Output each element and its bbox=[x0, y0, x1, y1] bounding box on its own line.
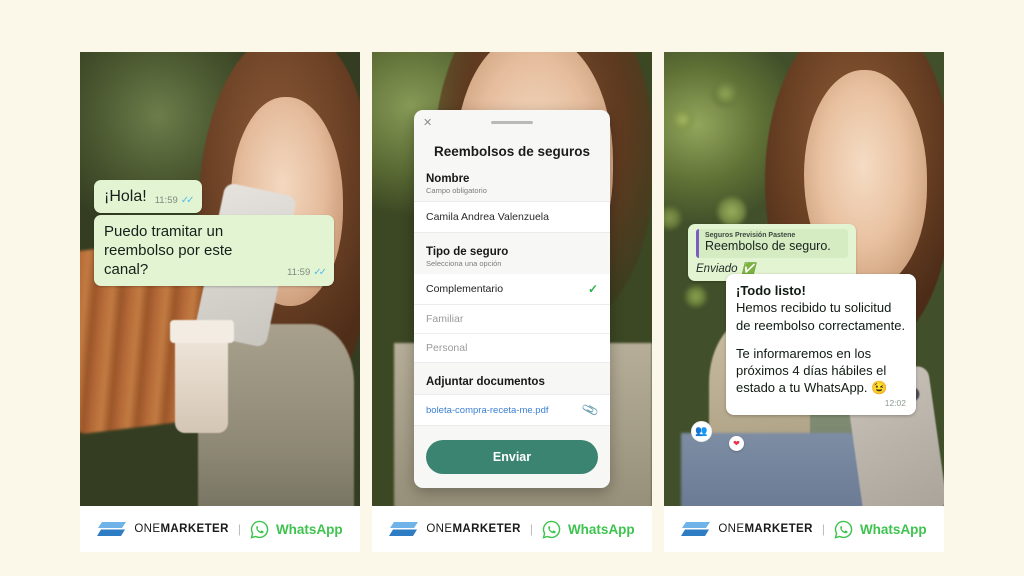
check-icon: ✓ bbox=[587, 282, 598, 296]
submit-button[interactable]: Enviar bbox=[426, 440, 598, 474]
brand-footer: ONEMARKETER | WhatsApp bbox=[80, 506, 360, 552]
paperclip-icon[interactable]: 📎 bbox=[581, 401, 600, 419]
photo-jeans bbox=[680, 433, 866, 506]
reply-line-1: Hemos recibido tu solicitud bbox=[736, 300, 892, 316]
option-familiar[interactable]: Familiar bbox=[414, 305, 610, 334]
sheet-header: ✕ bbox=[414, 110, 610, 144]
onemarketer-parallelogram-icon bbox=[681, 522, 711, 536]
whatsapp-icon bbox=[834, 520, 853, 539]
photo-cup-lid bbox=[169, 319, 234, 343]
reply-line-3: Te informaremos en los bbox=[736, 345, 872, 361]
chat-bubble-question[interactable]: Puedo tramitar un reembolso por este can… bbox=[94, 215, 334, 286]
chat-timestamp: 11:59 bbox=[154, 194, 178, 206]
submit-area: Enviar bbox=[414, 426, 610, 476]
chat-bubble-meta: 11:59 ✓✓ bbox=[154, 194, 195, 208]
panel-2-photo: ✕ Reembolsos de seguros Nombre Campo obl… bbox=[372, 52, 652, 506]
onemarketer-wordmark: ONEMARKETER bbox=[718, 523, 813, 535]
screenshot-canvas: ¡Hola! 11:59 ✓✓ Puedo tramitar un reembo… bbox=[0, 0, 1024, 576]
brand-footer: ONEMARKETER | WhatsApp bbox=[372, 506, 652, 552]
reply-line-5: estado a tu WhatsApp. 😉 bbox=[736, 380, 888, 396]
whatsapp-label: WhatsApp bbox=[275, 521, 343, 537]
whatsapp-icon bbox=[542, 520, 561, 539]
whatsapp-label: WhatsApp bbox=[567, 521, 635, 537]
chat-bubble-line-1: Puedo tramitar un bbox=[104, 223, 224, 240]
photo-coffee-cup bbox=[175, 333, 229, 434]
quoted-message: Seguros Previsión Pastene Reembolso de s… bbox=[696, 229, 848, 258]
onemarketer-one: ONE bbox=[134, 523, 161, 535]
chat-bubble-text: ¡Hola! bbox=[104, 188, 147, 205]
chat-bubble-greeting[interactable]: ¡Hola! 11:59 ✓✓ bbox=[94, 180, 202, 214]
panel-3-photo: Seguros Previsión Pastene Reembolso de s… bbox=[664, 52, 944, 506]
attachment-row[interactable]: boleta-compra-receta-me.pdf 📎 bbox=[414, 394, 610, 426]
option-label: Complementario bbox=[426, 283, 504, 295]
reply-lead: ¡Todo listo! bbox=[736, 283, 806, 298]
double-check-icon: ✓✓ bbox=[180, 194, 195, 206]
attachment-file-name: boleta-compra-receta-me.pdf bbox=[426, 404, 549, 416]
brand-divider: | bbox=[821, 522, 825, 536]
whatsapp-label: WhatsApp bbox=[859, 521, 927, 537]
quoted-text: Reembolso de seguro. bbox=[705, 239, 831, 253]
panel-chat-start: ¡Hola! 11:59 ✓✓ Puedo tramitar un reembo… bbox=[80, 52, 360, 552]
reply-line-2: de reembolso correctamente. bbox=[736, 317, 906, 333]
onemarketer-marketer: MARKETER bbox=[744, 523, 813, 535]
option-complementario[interactable]: Complementario ✓ bbox=[414, 274, 610, 305]
form-sheet: ✕ Reembolsos de seguros Nombre Campo obl… bbox=[414, 110, 610, 488]
panel-refund-form: ✕ Reembolsos de seguros Nombre Campo obl… bbox=[372, 52, 652, 552]
brand-footer: ONEMARKETER | WhatsApp bbox=[664, 506, 944, 552]
name-field-hint: Campo obligatorio bbox=[426, 186, 487, 195]
form-title: Reembolsos de seguros bbox=[433, 144, 591, 159]
panel-1-photo: ¡Hola! 11:59 ✓✓ Puedo tramitar un reembo… bbox=[80, 52, 360, 506]
insurance-type-hint: Selecciona una opción bbox=[426, 259, 502, 268]
brand-divider: | bbox=[237, 522, 241, 536]
close-x-icon[interactable]: ✕ bbox=[423, 118, 432, 129]
reply-line-4: próximos 4 días hábiles el bbox=[736, 363, 887, 379]
double-check-icon: ✓✓ bbox=[313, 266, 327, 278]
chat-bubble-meta: 11:59 ✓✓ bbox=[287, 266, 327, 280]
option-label: Personal bbox=[426, 342, 468, 354]
insurance-type-label: Tipo de seguro bbox=[426, 246, 509, 258]
onemarketer-wordmark: ONEMARKETER bbox=[134, 523, 229, 535]
brand-divider: | bbox=[529, 522, 533, 536]
chat-timestamp: 12:02 bbox=[884, 397, 906, 408]
drag-handle-icon[interactable] bbox=[491, 121, 533, 124]
quoted-sender: Seguros Previsión Pastene bbox=[705, 232, 796, 239]
onemarketer-parallelogram-icon bbox=[389, 522, 419, 536]
option-label: Familiar bbox=[426, 313, 464, 325]
chat-bubble-bot-reply[interactable]: ¡Todo listo! Hemos recibido tu solicitud… bbox=[726, 274, 916, 415]
onemarketer-one: ONE bbox=[718, 523, 745, 535]
heart-reaction-icon[interactable]: ❤ bbox=[729, 436, 744, 451]
group-avatar-icon: 👥 bbox=[691, 421, 712, 442]
chat-bubble-line-2: reembolso por este canal? bbox=[104, 242, 233, 279]
attachments-label: Adjuntar documentos bbox=[426, 376, 545, 388]
name-field-label: Nombre bbox=[426, 173, 470, 185]
onemarketer-parallelogram-icon bbox=[97, 522, 127, 536]
onemarketer-one: ONE bbox=[426, 523, 453, 535]
panel-chat-confirmation: Seguros Previsión Pastene Reembolso de s… bbox=[664, 52, 944, 552]
option-personal[interactable]: Personal bbox=[414, 334, 610, 363]
chat-bubble-quoted-reply[interactable]: Seguros Previsión Pastene Reembolso de s… bbox=[688, 224, 856, 281]
onemarketer-wordmark: ONEMARKETER bbox=[426, 523, 521, 535]
whatsapp-icon bbox=[250, 520, 269, 539]
sent-label: Enviado bbox=[696, 262, 738, 275]
name-input[interactable]: Camila Andrea Valenzuela bbox=[414, 201, 610, 233]
chat-timestamp: 11:59 bbox=[287, 267, 311, 279]
onemarketer-marketer: MARKETER bbox=[160, 523, 229, 535]
onemarketer-marketer: MARKETER bbox=[452, 523, 521, 535]
